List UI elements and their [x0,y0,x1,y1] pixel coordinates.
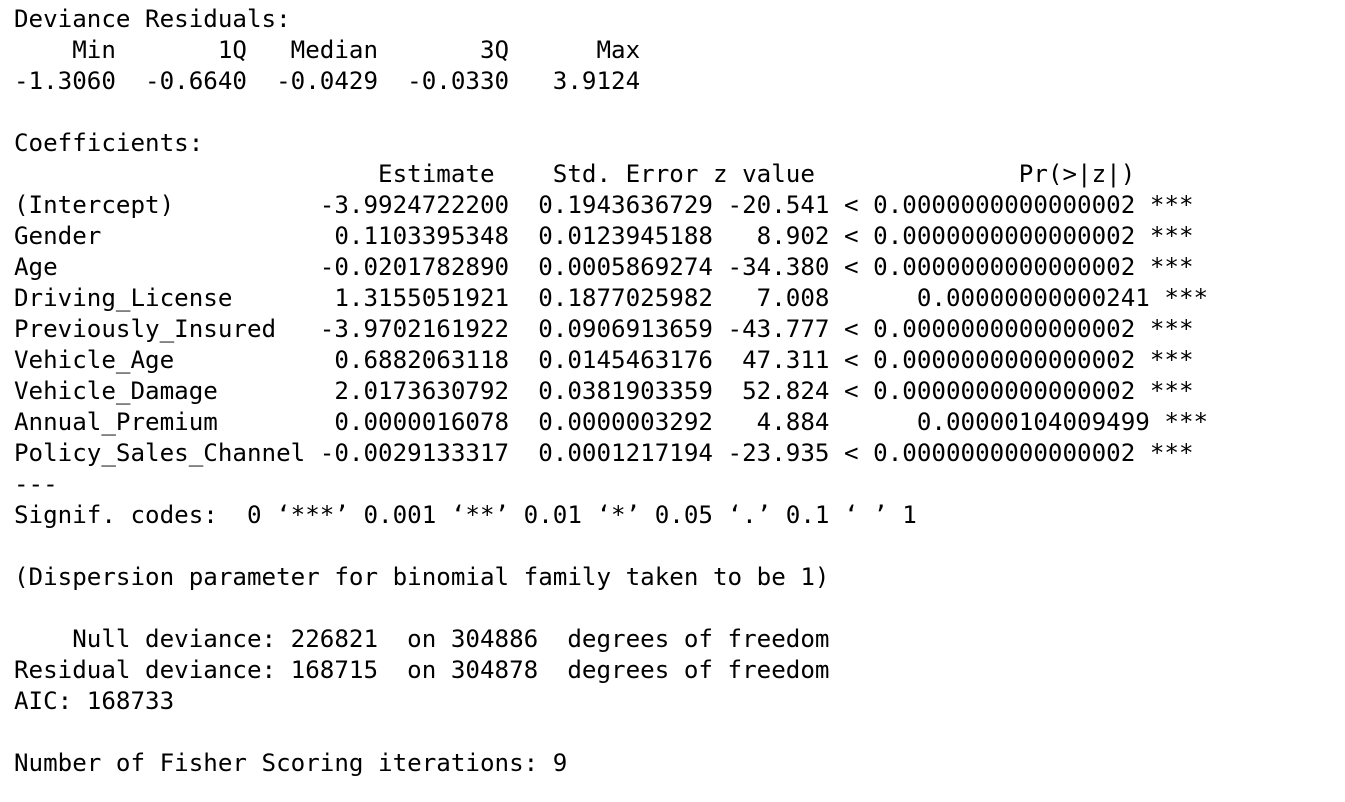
coefficient-row: Driving_License 1.3155051921 0.187702598… [14,284,1209,312]
coefficients-title: Coefficients: [14,129,204,157]
null-deviance: Null deviance: 226821 on 304886 degrees … [14,625,830,653]
fisher-iterations: Number of Fisher Scoring iterations: 9 [14,749,568,777]
coefficient-row: Vehicle_Damage 2.0173630792 0.0381903359… [14,377,1194,405]
r-console-output: Deviance Residuals: Min 1Q Median 3Q Max… [14,4,1334,794]
coefficient-row: Age -0.0201782890 0.0005869274 -34.380 <… [14,253,1194,281]
aic-value: AIC: 168733 [14,687,175,715]
coefficient-row: Gender 0.1103395348 0.0123945188 8.902 <… [14,222,1194,250]
deviance-residuals-title: Deviance Residuals: [14,5,291,33]
dispersion-note: (Dispersion parameter for binomial famil… [14,563,830,591]
residual-deviance: Residual deviance: 168715 on 304878 degr… [14,656,830,684]
coefficient-row: Previously_Insured -3.9702161922 0.09069… [14,315,1194,343]
coefficient-row: Vehicle_Age 0.6882063118 0.0145463176 47… [14,346,1194,374]
coefficient-row: (Intercept) -3.9924722200 0.1943636729 -… [14,191,1194,219]
separator: --- [14,470,58,498]
deviance-residuals-values: -1.3060 -0.6640 -0.0429 -0.0330 3.9124 [14,67,670,95]
coefficient-row: Annual_Premium 0.0000016078 0.0000003292… [14,408,1209,436]
coefficient-row: Policy_Sales_Channel -0.0029133317 0.000… [14,439,1194,467]
deviance-residuals-header: Min 1Q Median 3Q Max [14,36,670,64]
signif-codes: Signif. codes: 0 ‘***’ 0.001 ‘**’ 0.01 ‘… [14,501,917,529]
coefficients-header: Estimate Std. Error z value Pr(>|z|) [14,160,1194,188]
